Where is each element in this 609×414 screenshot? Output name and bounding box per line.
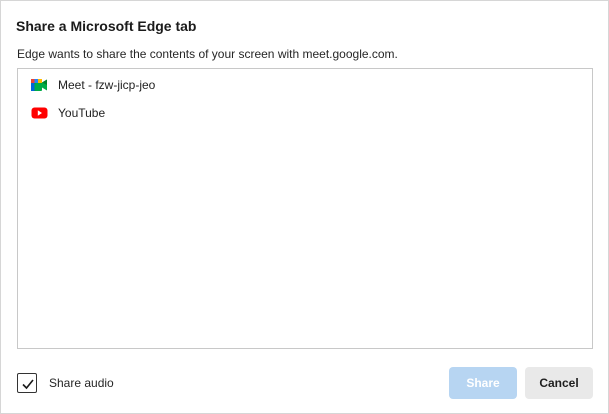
checkmark-icon (22, 379, 34, 390)
dialog-title: Share a Microsoft Edge tab (16, 18, 197, 34)
youtube-icon (31, 106, 48, 120)
tab-item-youtube[interactable]: YouTube (18, 100, 592, 126)
google-meet-icon (31, 78, 48, 92)
share-audio-option[interactable]: Share audio (17, 372, 114, 394)
share-tab-dialog: Share a Microsoft Edge tab Edge wants to… (0, 0, 609, 414)
share-audio-label: Share audio (49, 376, 114, 390)
tab-list: Meet - fzw-jicp-jeo YouTube (17, 68, 593, 349)
share-button[interactable]: Share (449, 367, 517, 399)
tab-label-meet: Meet - fzw-jicp-jeo (58, 78, 156, 92)
tab-label-youtube: YouTube (58, 106, 106, 120)
tab-item-meet[interactable]: Meet - fzw-jicp-jeo (18, 72, 592, 98)
dialog-subtitle: Edge wants to share the contents of your… (17, 47, 398, 61)
cancel-button[interactable]: Cancel (525, 367, 593, 399)
share-audio-checkbox[interactable] (17, 373, 37, 393)
